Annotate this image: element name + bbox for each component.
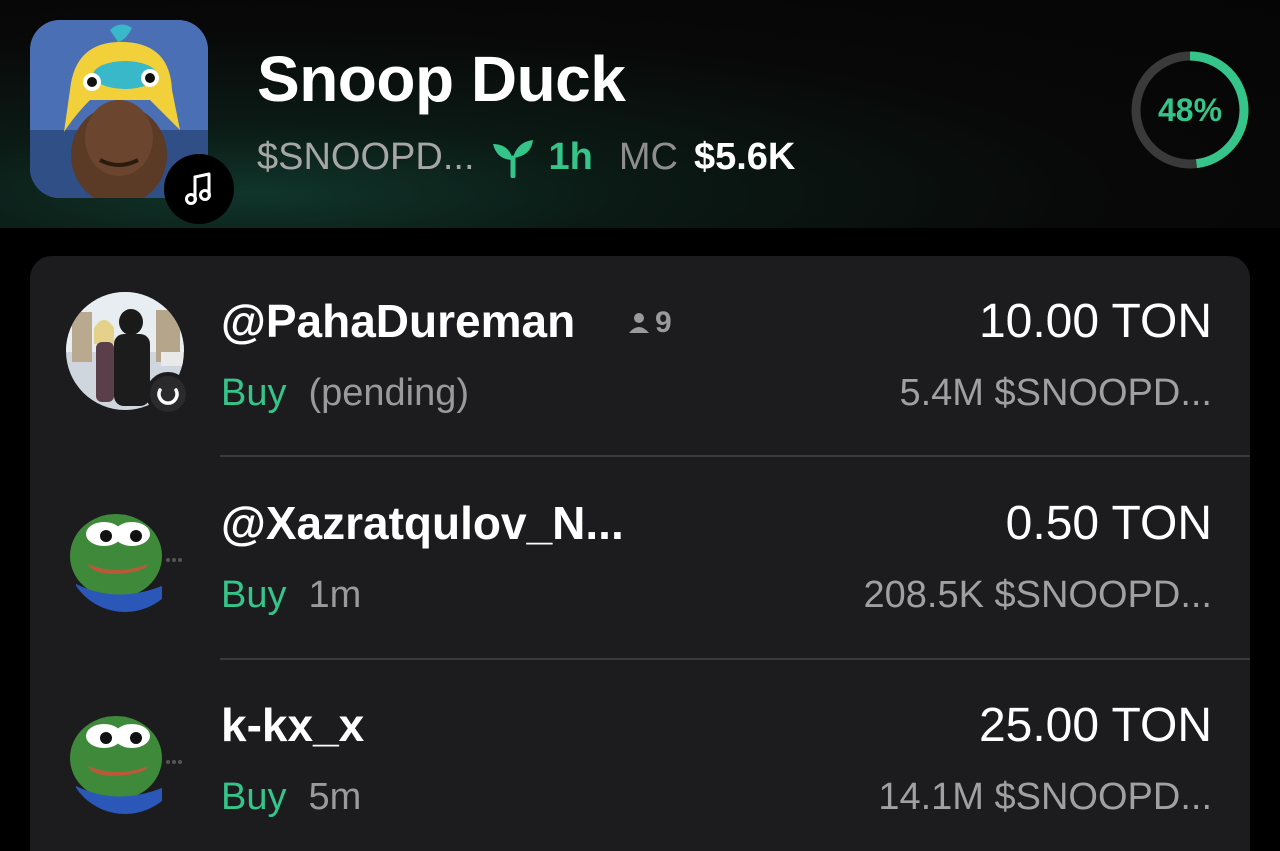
trade-token-amount: 14.1M $SNOOPD...	[878, 776, 1212, 818]
holders-count: 9	[628, 306, 672, 340]
user-avatar[interactable]	[66, 696, 184, 814]
bonding-progress-ring: 48%	[1130, 50, 1250, 170]
trade-action: Buy	[221, 776, 287, 818]
trade-token-amount: 208.5K $SNOOPD...	[863, 574, 1213, 616]
trader-name[interactable]: @PahaDureman	[221, 294, 575, 348]
trade-amount: 10.00 TON	[978, 295, 1212, 348]
trade-meta: Buy 1m	[221, 574, 361, 617]
trade-row[interactable]: k-kx_x Buy 5m 25.00 TON 14.1M $SNOOPD...	[30, 660, 1250, 851]
trade-amount: 25.00 TON	[978, 699, 1212, 752]
token-age: 1h	[548, 136, 593, 178]
user-avatar[interactable]	[66, 494, 184, 612]
market-cap-value: $5.6K	[693, 136, 796, 178]
trader-name[interactable]: k-kx_x	[221, 698, 364, 752]
music-note-icon	[164, 154, 234, 224]
market-cap-label: MC	[618, 136, 678, 178]
trade-time: 1m	[308, 574, 362, 616]
token-ticker: $SNOOPD...	[257, 136, 475, 178]
sprout-icon	[491, 138, 535, 178]
person-icon	[629, 313, 649, 333]
trade-time: 5m	[308, 776, 362, 818]
trader-name[interactable]: @Xazratqulov_N...	[221, 496, 624, 550]
trade-action: Buy	[221, 574, 287, 616]
pending-spinner-icon	[146, 372, 190, 416]
token-header: Snoop Duck $SNOOPD... 1h MC $5.6K 48%	[0, 0, 1280, 228]
trade-row[interactable]: @PahaDureman 9 Buy (pending) 10.00 TON 5…	[30, 256, 1250, 458]
trade-meta: Buy 5m	[221, 776, 361, 819]
trade-row[interactable]: @Xazratqulov_N... Buy 1m 0.50 TON 208.5K…	[30, 458, 1250, 660]
progress-label: 48%	[1157, 91, 1223, 128]
trades-list: @PahaDureman 9 Buy (pending) 10.00 TON 5…	[30, 256, 1250, 851]
token-name: Snoop Duck	[257, 43, 626, 115]
token-meta: $SNOOPD... 1h MC $5.6K	[257, 136, 795, 179]
holders-value: 9	[655, 306, 672, 339]
trade-token-amount: 5.4M $SNOOPD...	[899, 372, 1212, 414]
divider	[220, 455, 1250, 457]
trade-action: Buy	[221, 372, 287, 414]
trade-amount: 0.50 TON	[1005, 497, 1212, 550]
trade-status: (pending)	[308, 372, 470, 414]
trade-meta: Buy (pending)	[221, 372, 469, 415]
